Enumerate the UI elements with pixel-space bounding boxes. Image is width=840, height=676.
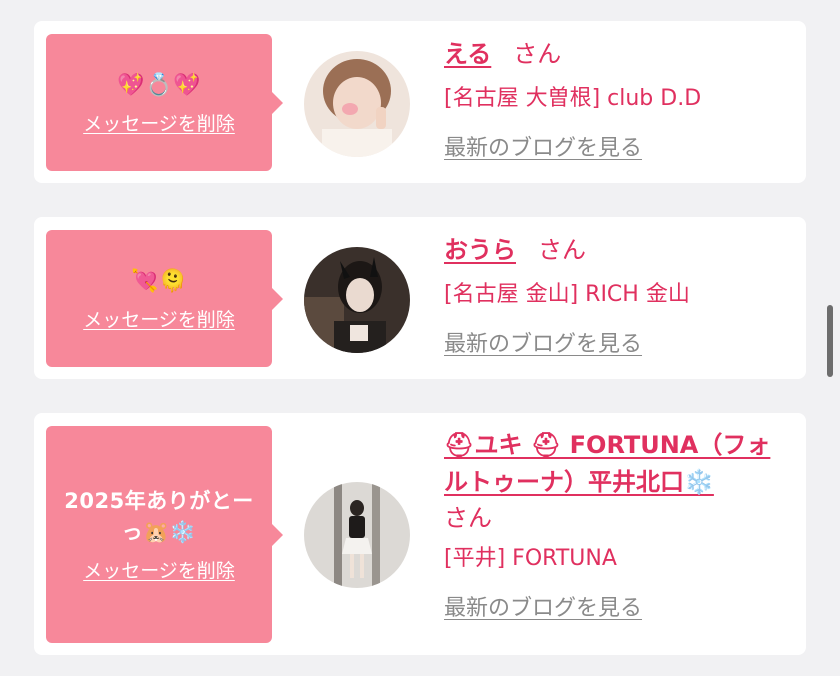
user-name-link[interactable]: える xyxy=(444,40,491,68)
honorific-line: さん xyxy=(444,501,784,535)
latest-blog-link[interactable]: 最新のブログを見る xyxy=(444,330,784,360)
honorific: さん xyxy=(513,40,562,68)
message-text: 💖💍💖 xyxy=(117,72,201,98)
message-text: 2025年ありがとー っ🐹❄️ xyxy=(64,489,254,544)
scrollbar[interactable] xyxy=(827,305,833,377)
latest-blog-link[interactable]: 最新のブログを見る xyxy=(444,594,784,624)
delete-message-link[interactable]: メッセージを削除 xyxy=(83,305,235,332)
avatar[interactable] xyxy=(304,51,410,157)
name-line: える さん xyxy=(444,37,784,71)
delete-message-link[interactable]: メッセージを削除 xyxy=(83,109,235,136)
latest-blog-link[interactable]: 最新のブログを見る xyxy=(444,134,784,164)
message-bubble: 💖💍💖 メッセージを削除 xyxy=(46,34,283,171)
message-card: 💘🫠 メッセージを削除 おうら さん [名古屋 金山] RICH 金山 最新のブロ… xyxy=(34,217,806,379)
user-name-link[interactable]: ⛑ユキ ⛑ FORTUNA（フォルトゥーナ）平井北口❄️ xyxy=(444,431,770,496)
avatar[interactable] xyxy=(304,482,410,588)
avatar[interactable] xyxy=(304,247,410,353)
honorific: さん xyxy=(538,236,586,264)
avatar-image xyxy=(304,247,410,353)
message-card: 💖💍💖 メッセージを削除 える さん [名古屋 大曽根] club D.D 最新の… xyxy=(34,21,806,183)
user-info: おうら さん [名古屋 金山] RICH 金山 最新のブログを見る xyxy=(444,233,784,360)
message-text: 💘🫠 xyxy=(131,268,187,294)
user-info: える さん [名古屋 大曽根] club D.D 最新のブログを見る xyxy=(444,37,784,164)
user-info: ⛑ユキ ⛑ FORTUNA（フォルトゥーナ）平井北口❄️ さん [平井] FOR… xyxy=(444,427,784,624)
name-line: おうら さん xyxy=(444,233,784,267)
message-bubble: 2025年ありがとー っ🐹❄️ メッセージを削除 xyxy=(46,426,283,643)
message-bubble: 💘🫠 メッセージを削除 xyxy=(46,230,283,367)
message-list: 💖💍💖 メッセージを削除 える さん [名古屋 大曽根] club D.D 最新の… xyxy=(0,0,840,676)
shop-label: [名古屋 大曽根] club D.D xyxy=(444,86,702,111)
shop-label: [名古屋 金山] RICH 金山 xyxy=(444,282,690,307)
avatar-image xyxy=(304,482,410,588)
delete-message-link[interactable]: メッセージを削除 xyxy=(83,556,235,583)
honorific: さん xyxy=(444,504,492,532)
message-card: 2025年ありがとー っ🐹❄️ メッセージを削除 ⛑ユキ ⛑ FORTUNA（フ… xyxy=(34,413,806,655)
name-line: ⛑ユキ ⛑ FORTUNA（フォルトゥーナ）平井北口❄️ xyxy=(444,427,784,501)
avatar-image xyxy=(304,51,410,157)
user-name-link[interactable]: おうら xyxy=(444,236,516,264)
shop-label: [平井] FORTUNA xyxy=(444,546,617,571)
